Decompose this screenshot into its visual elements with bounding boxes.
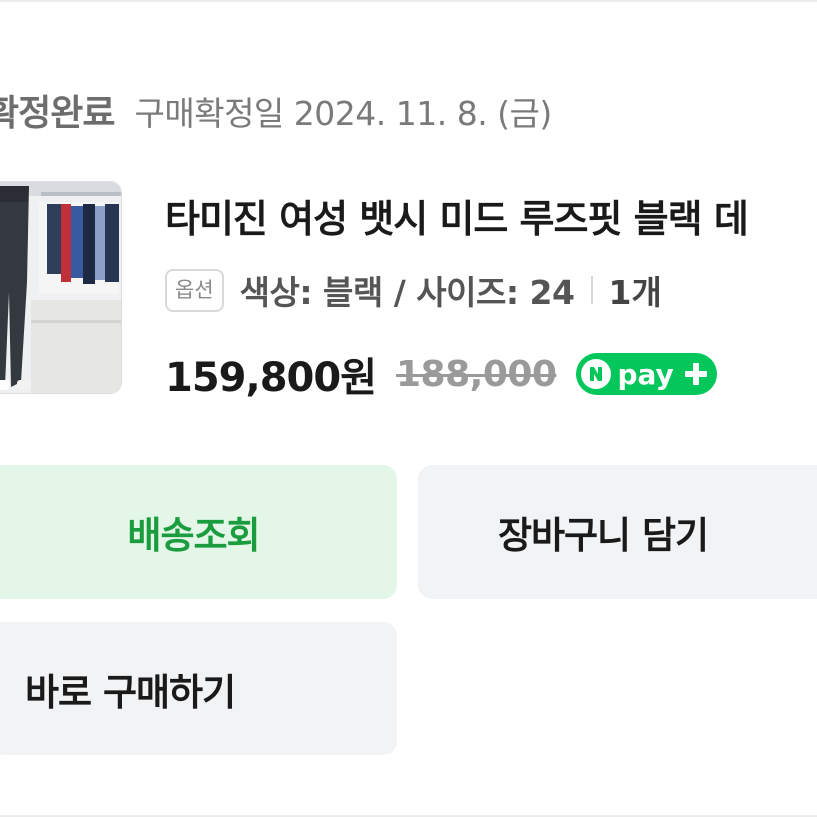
- original-price: 188,000: [396, 353, 557, 395]
- order-status-row: 확정완료 구매확정일 2024. 11. 8. (금): [0, 84, 552, 136]
- add-to-cart-button[interactable]: 장바구니 담기: [418, 465, 817, 599]
- quantity-value: 1개: [608, 273, 662, 312]
- price-row: 159,800원 188,000 pay: [165, 345, 717, 403]
- buy-now-button[interactable]: 바로 구매하기: [0, 622, 397, 755]
- npay-plus-badge: pay: [576, 353, 717, 395]
- order-status-title: 확정완료: [0, 93, 115, 134]
- order-item-card: 확정완료 구매확정일 2024. 11. 8. (금) 타미진 여성 뱃시 미드…: [0, 0, 817, 817]
- product-thumbnail[interactable]: [0, 181, 122, 394]
- option-value: 색상: 블랙 / 사이즈: 24: [239, 273, 575, 312]
- option-badge: 옵션: [165, 268, 224, 312]
- npay-label: pay: [617, 357, 674, 391]
- npay-n-icon: [581, 359, 612, 389]
- sale-price: 159,800원: [165, 355, 377, 401]
- product-title[interactable]: 타미진 여성 뱃시 미드 루즈핏 블랙 데: [165, 188, 749, 243]
- option-divider: [590, 276, 593, 304]
- track-delivery-button[interactable]: 배송조회: [0, 465, 397, 599]
- product-photo: [0, 182, 121, 393]
- plus-icon: [680, 358, 712, 390]
- purchase-confirm-date: 구매확정일 2024. 11. 8. (금): [134, 94, 552, 133]
- product-option-row: 옵션 색상: 블랙 / 사이즈: 24 1개: [165, 266, 662, 314]
